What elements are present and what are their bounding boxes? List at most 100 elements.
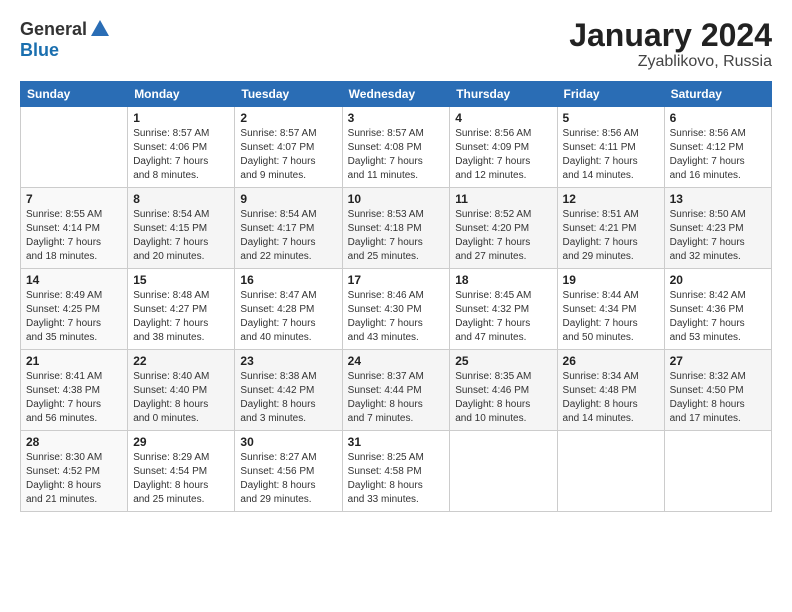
table-row: 19Sunrise: 8:44 AMSunset: 4:34 PMDayligh… bbox=[557, 269, 664, 350]
day-info: Daylight: 8 hours bbox=[348, 398, 445, 412]
day-info: Daylight: 7 hours bbox=[670, 155, 766, 169]
table-row: 21Sunrise: 8:41 AMSunset: 4:38 PMDayligh… bbox=[21, 350, 128, 431]
day-info: Sunrise: 8:25 AM bbox=[348, 451, 445, 465]
day-info: Sunrise: 8:57 AM bbox=[240, 127, 336, 141]
col-monday: Monday bbox=[128, 82, 235, 107]
day-number: 17 bbox=[348, 273, 445, 287]
day-number: 19 bbox=[563, 273, 659, 287]
day-info: Sunset: 4:06 PM bbox=[133, 141, 229, 155]
table-row bbox=[557, 431, 664, 512]
day-info: and 40 minutes. bbox=[240, 331, 336, 345]
day-info: Sunrise: 8:49 AM bbox=[26, 289, 122, 303]
day-info: and 25 minutes. bbox=[348, 250, 445, 264]
day-info: and 20 minutes. bbox=[133, 250, 229, 264]
day-info: and 38 minutes. bbox=[133, 331, 229, 345]
day-info: Sunrise: 8:46 AM bbox=[348, 289, 445, 303]
table-row: 11Sunrise: 8:52 AMSunset: 4:20 PMDayligh… bbox=[450, 188, 557, 269]
day-info: Sunrise: 8:42 AM bbox=[670, 289, 766, 303]
table-row: 29Sunrise: 8:29 AMSunset: 4:54 PMDayligh… bbox=[128, 431, 235, 512]
table-row: 3Sunrise: 8:57 AMSunset: 4:08 PMDaylight… bbox=[342, 107, 450, 188]
day-number: 27 bbox=[670, 354, 766, 368]
day-info: and 18 minutes. bbox=[26, 250, 122, 264]
table-row: 5Sunrise: 8:56 AMSunset: 4:11 PMDaylight… bbox=[557, 107, 664, 188]
day-info: and 27 minutes. bbox=[455, 250, 551, 264]
table-row: 9Sunrise: 8:54 AMSunset: 4:17 PMDaylight… bbox=[235, 188, 342, 269]
calendar-table: Sunday Monday Tuesday Wednesday Thursday… bbox=[20, 81, 772, 512]
day-info: Sunrise: 8:45 AM bbox=[455, 289, 551, 303]
day-info: Sunset: 4:40 PM bbox=[133, 384, 229, 398]
day-info: Daylight: 7 hours bbox=[26, 236, 122, 250]
day-info: Sunset: 4:11 PM bbox=[563, 141, 659, 155]
day-info: Daylight: 8 hours bbox=[348, 479, 445, 493]
day-info: Sunset: 4:15 PM bbox=[133, 222, 229, 236]
day-info: Sunrise: 8:50 AM bbox=[670, 208, 766, 222]
col-tuesday: Tuesday bbox=[235, 82, 342, 107]
day-info: Sunset: 4:30 PM bbox=[348, 303, 445, 317]
table-row: 24Sunrise: 8:37 AMSunset: 4:44 PMDayligh… bbox=[342, 350, 450, 431]
day-info: Sunrise: 8:29 AM bbox=[133, 451, 229, 465]
table-row: 31Sunrise: 8:25 AMSunset: 4:58 PMDayligh… bbox=[342, 431, 450, 512]
table-row: 2Sunrise: 8:57 AMSunset: 4:07 PMDaylight… bbox=[235, 107, 342, 188]
day-info: Daylight: 7 hours bbox=[455, 155, 551, 169]
table-row bbox=[450, 431, 557, 512]
table-row: 8Sunrise: 8:54 AMSunset: 4:15 PMDaylight… bbox=[128, 188, 235, 269]
day-info: Sunrise: 8:35 AM bbox=[455, 370, 551, 384]
day-info: Daylight: 7 hours bbox=[670, 317, 766, 331]
day-number: 1 bbox=[133, 111, 229, 125]
day-info: Sunset: 4:34 PM bbox=[563, 303, 659, 317]
day-info: Sunset: 4:14 PM bbox=[26, 222, 122, 236]
day-info: Sunset: 4:18 PM bbox=[348, 222, 445, 236]
table-row: 16Sunrise: 8:47 AMSunset: 4:28 PMDayligh… bbox=[235, 269, 342, 350]
day-info: Sunrise: 8:41 AM bbox=[26, 370, 122, 384]
day-info: Daylight: 8 hours bbox=[240, 398, 336, 412]
day-info: Sunset: 4:23 PM bbox=[670, 222, 766, 236]
day-info: and 29 minutes. bbox=[240, 493, 336, 507]
day-info: Daylight: 7 hours bbox=[133, 155, 229, 169]
day-number: 16 bbox=[240, 273, 336, 287]
day-info: and 14 minutes. bbox=[563, 169, 659, 183]
day-info: Sunset: 4:25 PM bbox=[26, 303, 122, 317]
calendar-week-row: 28Sunrise: 8:30 AMSunset: 4:52 PMDayligh… bbox=[21, 431, 772, 512]
day-info: Sunset: 4:28 PM bbox=[240, 303, 336, 317]
calendar-subtitle: Zyablikovo, Russia bbox=[569, 53, 772, 71]
day-number: 25 bbox=[455, 354, 551, 368]
col-wednesday: Wednesday bbox=[342, 82, 450, 107]
day-info: Daylight: 7 hours bbox=[670, 236, 766, 250]
day-info: and 8 minutes. bbox=[133, 169, 229, 183]
day-info: Sunset: 4:08 PM bbox=[348, 141, 445, 155]
day-info: and 21 minutes. bbox=[26, 493, 122, 507]
day-info: Daylight: 7 hours bbox=[563, 155, 659, 169]
logo: General Blue bbox=[20, 18, 111, 61]
page: General Blue January 2024 Zyablikovo, Ru… bbox=[0, 0, 792, 612]
day-number: 2 bbox=[240, 111, 336, 125]
table-row: 7Sunrise: 8:55 AMSunset: 4:14 PMDaylight… bbox=[21, 188, 128, 269]
logo-general-text: General bbox=[20, 19, 87, 40]
calendar-week-row: 14Sunrise: 8:49 AMSunset: 4:25 PMDayligh… bbox=[21, 269, 772, 350]
table-row: 1 Sunrise: 8:57 AMSunset: 4:06 PMDaylight… bbox=[128, 107, 235, 188]
table-row: 14Sunrise: 8:49 AMSunset: 4:25 PMDayligh… bbox=[21, 269, 128, 350]
day-info: and 50 minutes. bbox=[563, 331, 659, 345]
table-row bbox=[664, 431, 771, 512]
col-friday: Friday bbox=[557, 82, 664, 107]
day-info: Sunset: 4:42 PM bbox=[240, 384, 336, 398]
day-info: Daylight: 7 hours bbox=[133, 236, 229, 250]
day-info: and 7 minutes. bbox=[348, 412, 445, 426]
day-info: and 9 minutes. bbox=[240, 169, 336, 183]
day-info: Daylight: 7 hours bbox=[563, 317, 659, 331]
title-block: January 2024 Zyablikovo, Russia bbox=[569, 18, 772, 71]
day-info: Sunset: 4:32 PM bbox=[455, 303, 551, 317]
day-info: Sunrise: 8:57 AM bbox=[133, 127, 229, 141]
day-info: Daylight: 7 hours bbox=[348, 236, 445, 250]
calendar-title: January 2024 bbox=[569, 18, 772, 53]
day-number: 23 bbox=[240, 354, 336, 368]
table-row: 20Sunrise: 8:42 AMSunset: 4:36 PMDayligh… bbox=[664, 269, 771, 350]
day-info: Daylight: 8 hours bbox=[563, 398, 659, 412]
day-info: Sunrise: 8:37 AM bbox=[348, 370, 445, 384]
day-info: Daylight: 8 hours bbox=[133, 398, 229, 412]
day-info: Daylight: 8 hours bbox=[133, 479, 229, 493]
day-info: and 43 minutes. bbox=[348, 331, 445, 345]
day-info: Sunset: 4:52 PM bbox=[26, 465, 122, 479]
day-number: 30 bbox=[240, 435, 336, 449]
day-info: Daylight: 8 hours bbox=[670, 398, 766, 412]
day-number: 24 bbox=[348, 354, 445, 368]
